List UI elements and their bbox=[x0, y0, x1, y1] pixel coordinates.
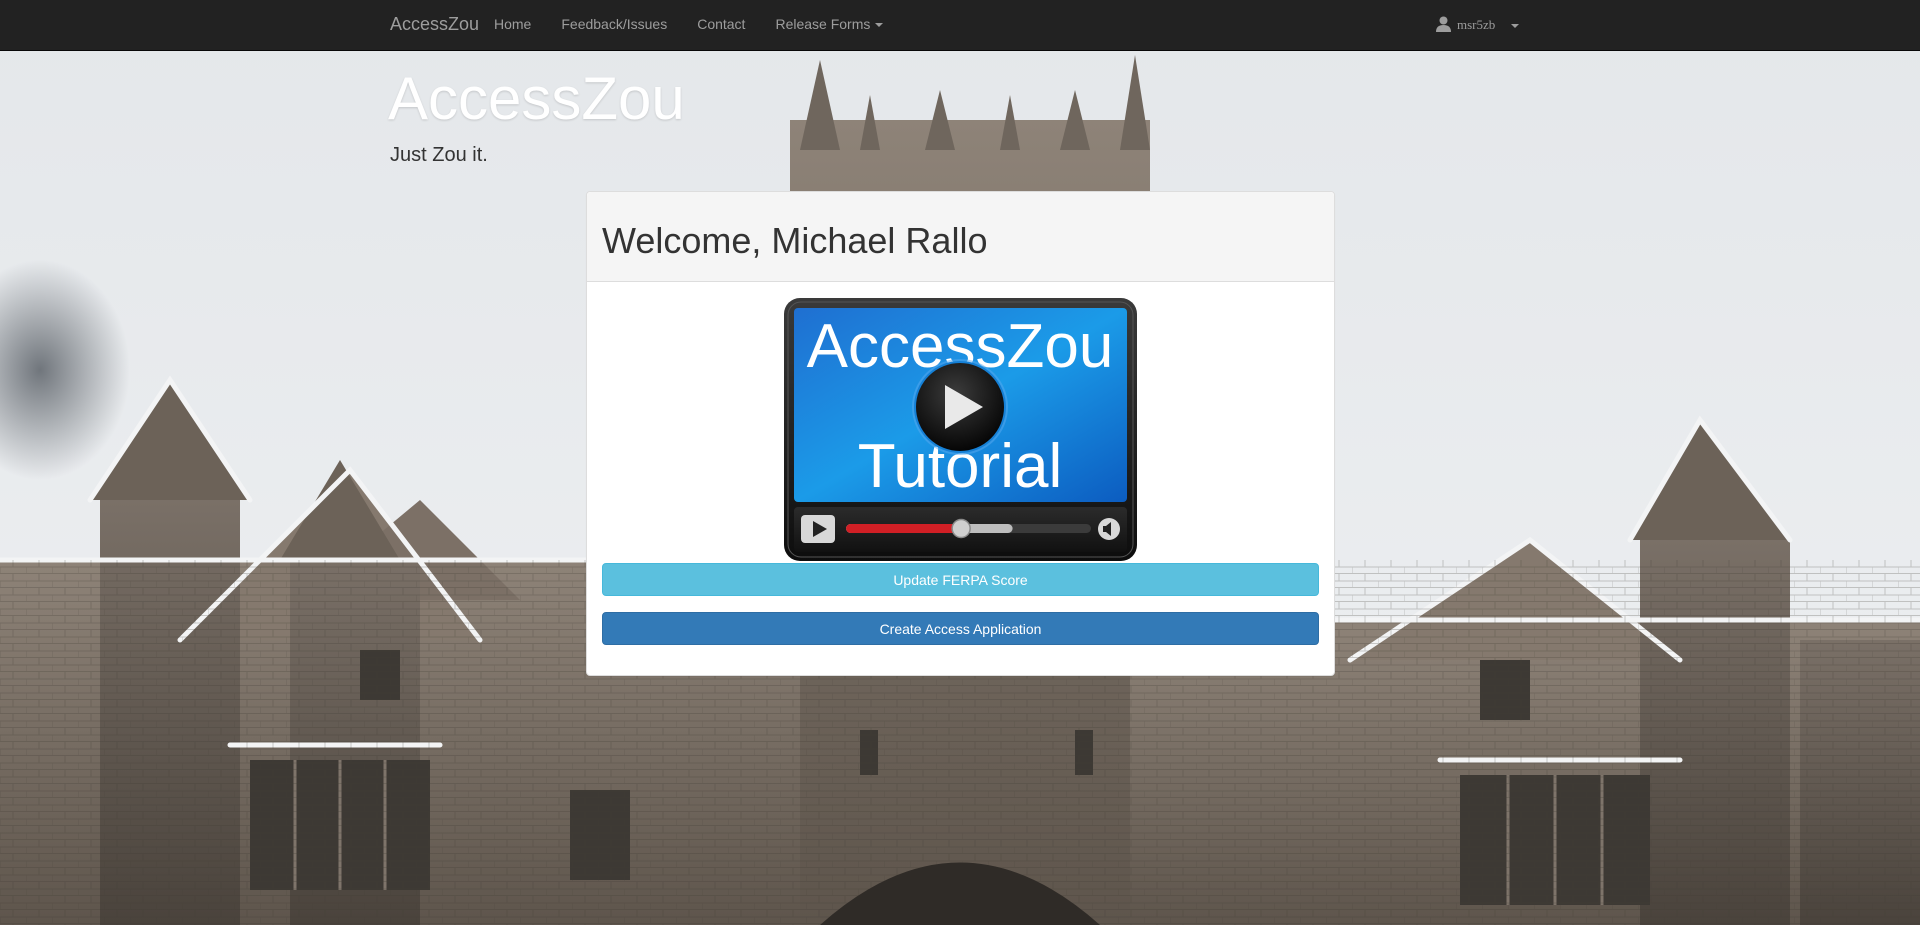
dropdown-caret-icon bbox=[875, 23, 884, 28]
nav-item-home[interactable]: Home bbox=[494, 16, 531, 32]
user-menu[interactable]: msr5zb bbox=[1436, 16, 1520, 33]
navbar-brand[interactable]: AccessZou bbox=[390, 14, 479, 35]
user-icon bbox=[1436, 16, 1451, 32]
welcome-panel: Welcome, Michael Rallo AccessZou Tutoria… bbox=[586, 191, 1335, 676]
hero-title: AccessZou bbox=[388, 65, 685, 132]
update-ferpa-score-button[interactable]: Update FERPA Score bbox=[602, 563, 1319, 596]
seek-knob bbox=[951, 518, 971, 539]
username: msr5zb bbox=[1457, 17, 1496, 32]
user-dropdown-caret-icon bbox=[1511, 24, 1520, 29]
nav-item-release-forms[interactable]: Release Forms bbox=[775, 16, 884, 32]
top-navbar: AccessZou Home Feedback/Issues Contact R… bbox=[0, 0, 1920, 51]
volume-icon bbox=[1098, 518, 1120, 540]
control-play-icon bbox=[801, 515, 835, 543]
play-icon bbox=[912, 359, 1008, 455]
nav-item-release-forms-label: Release Forms bbox=[775, 16, 871, 32]
panel-heading: Welcome, Michael Rallo bbox=[587, 192, 1334, 282]
hero-subtitle: Just Zou it. bbox=[390, 144, 488, 166]
tutorial-video-thumbnail[interactable]: AccessZou Tutorial bbox=[783, 297, 1138, 562]
welcome-heading: Welcome, Michael Rallo bbox=[602, 220, 988, 261]
nav-item-feedback[interactable]: Feedback/Issues bbox=[561, 16, 667, 32]
nav-menu: Home Feedback/Issues Contact Release For… bbox=[494, 16, 913, 32]
create-access-application-button[interactable]: Create Access Application bbox=[602, 612, 1319, 645]
nav-item-contact[interactable]: Contact bbox=[697, 16, 745, 32]
